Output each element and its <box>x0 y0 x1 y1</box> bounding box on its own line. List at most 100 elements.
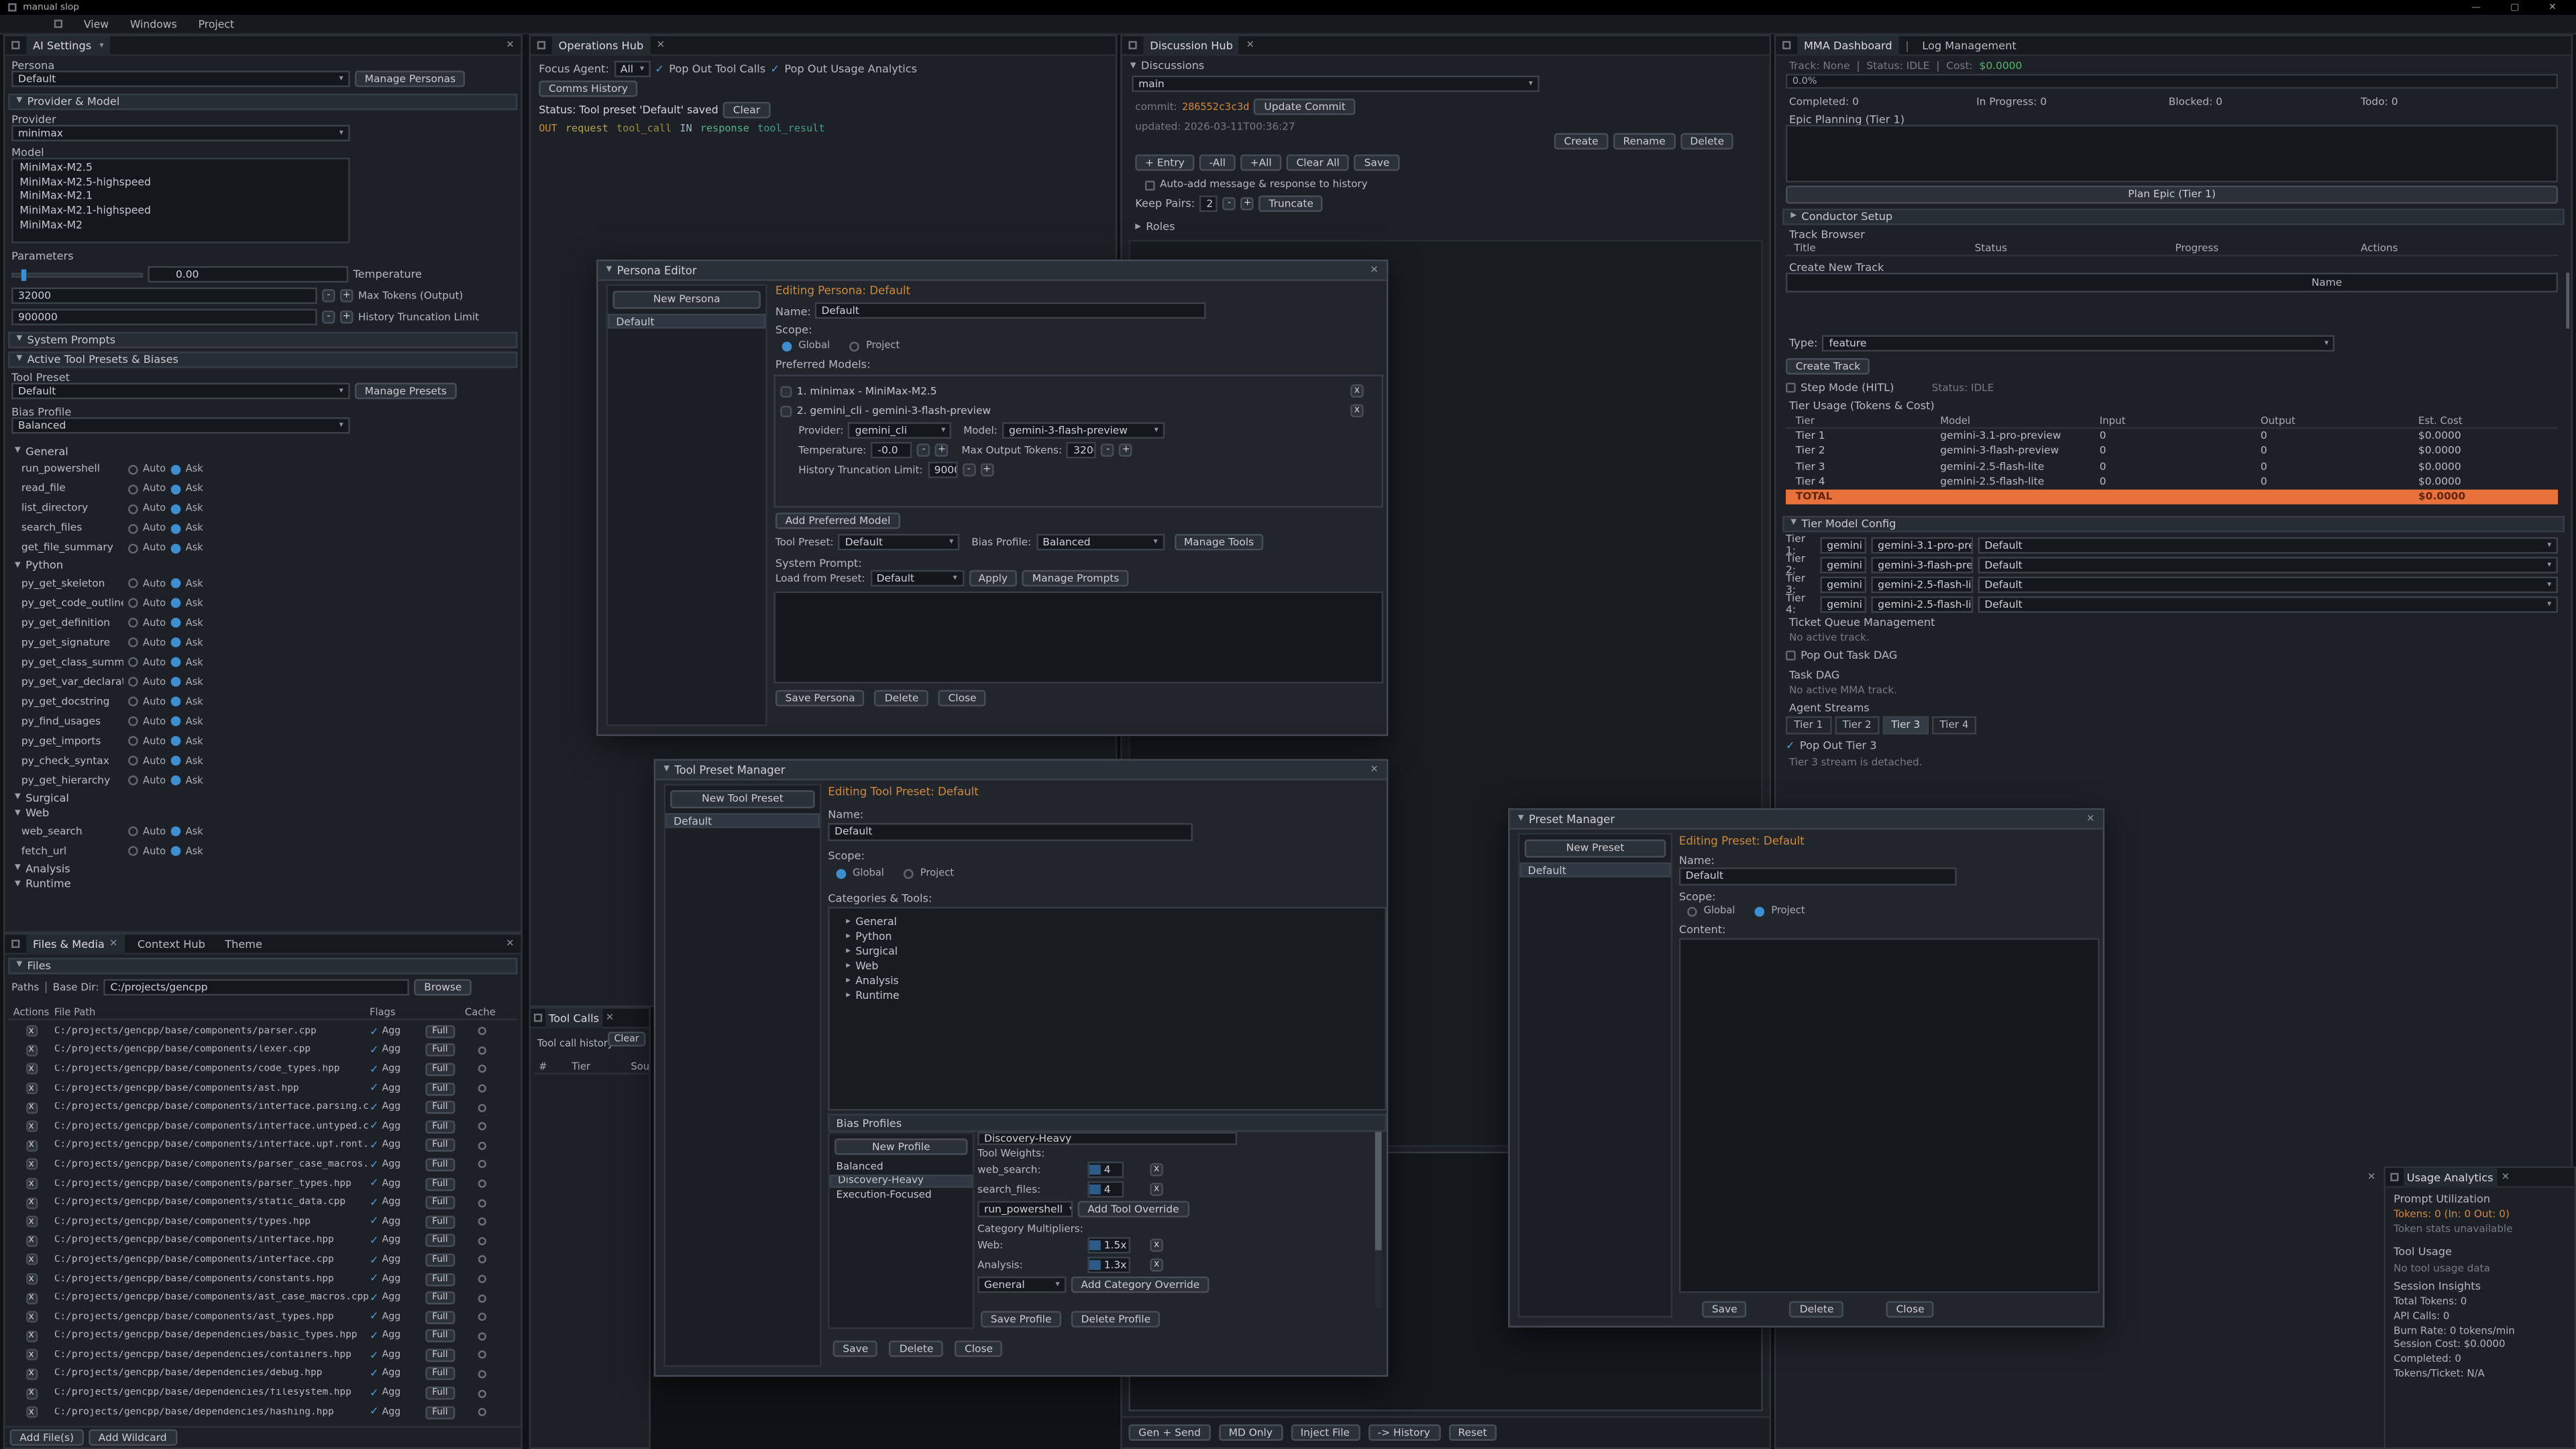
remove-file-button[interactable]: x <box>25 1044 37 1056</box>
base-dir-input[interactable]: C:/projects/gencpp <box>104 979 410 996</box>
stream-tier-tab[interactable]: Tier 3 <box>1883 716 1929 735</box>
model-option[interactable]: MiniMax-M2.1 <box>13 189 349 203</box>
full-button[interactable]: Full <box>425 1348 454 1362</box>
full-button[interactable]: Full <box>425 1196 454 1210</box>
remove-file-button[interactable]: x <box>25 1330 37 1342</box>
active-tool-presets-header[interactable]: Active Tool Presets & Biases <box>8 352 517 367</box>
agg-checkbox[interactable] <box>370 1293 379 1303</box>
remove-file-button[interactable]: x <box>25 1387 37 1399</box>
increment-button[interactable]: + <box>340 311 354 324</box>
tier-model-select[interactable]: gemini-3.1-pro-preview <box>1871 537 1973 553</box>
remove-file-button[interactable]: x <box>25 1254 37 1266</box>
history-limit-input[interactable]: 900000 <box>928 462 957 478</box>
scope-global-radio[interactable] <box>782 341 792 351</box>
remove-multiplier-button[interactable]: x <box>1150 1258 1163 1272</box>
decrement-button[interactable]: - <box>962 464 975 477</box>
close-icon[interactable] <box>606 1013 614 1023</box>
cache-indicator[interactable] <box>477 1179 485 1187</box>
tool-group-runtime[interactable]: Runtime <box>8 877 517 892</box>
tier-model-select[interactable]: gemini-2.5-flash-lite <box>1871 596 1973 612</box>
ask-radio[interactable] <box>171 464 181 474</box>
add-files-button[interactable]: Add File(s) <box>10 1430 84 1446</box>
pop-out-usage-checkbox[interactable] <box>770 64 780 74</box>
discussions-header[interactable]: Discussions <box>1130 59 1204 72</box>
model-select[interactable]: gemini-3-flash-preview <box>1002 422 1165 438</box>
profile-list-item[interactable]: Balanced <box>830 1160 973 1174</box>
remove-file-button[interactable]: x <box>25 1311 37 1323</box>
remove-file-button[interactable]: x <box>25 1273 37 1285</box>
add-tool-override-button[interactable]: Add Tool Override <box>1078 1201 1189 1217</box>
step-mode-checkbox[interactable] <box>1786 383 1796 393</box>
pop-out-dag-checkbox[interactable] <box>1786 651 1796 661</box>
load-preset-select[interactable]: Default <box>870 570 964 586</box>
agg-checkbox[interactable] <box>370 1045 379 1056</box>
full-button[interactable]: Full <box>425 1253 454 1267</box>
close-icon[interactable] <box>1246 40 1254 50</box>
tier-preset-select[interactable]: Default <box>1978 596 2558 612</box>
weight-input[interactable]: 4 <box>1087 1181 1124 1197</box>
ask-radio[interactable] <box>171 657 181 667</box>
ask-radio[interactable] <box>171 756 181 766</box>
preset-list-item[interactable]: Default <box>1519 863 1670 877</box>
add-wildcard-button[interactable]: Add Wildcard <box>89 1430 176 1446</box>
full-button[interactable]: Full <box>425 1025 454 1038</box>
full-button[interactable]: Full <box>425 1234 454 1248</box>
scrollbar-thumb[interactable] <box>2565 273 2569 329</box>
add-preferred-model-button[interactable]: Add Preferred Model <box>775 513 900 529</box>
expand-all-button[interactable]: +All <box>1240 154 1281 170</box>
cache-indicator[interactable] <box>477 1142 485 1150</box>
auto-radio[interactable] <box>128 464 138 474</box>
tab-operations-hub[interactable]: Operations Hub <box>552 36 650 55</box>
ask-radio[interactable] <box>171 775 181 786</box>
agg-checkbox[interactable] <box>370 1388 379 1399</box>
auto-radio[interactable] <box>128 677 138 687</box>
tool-group-general[interactable]: General <box>8 443 517 459</box>
track-name-input[interactable]: Name <box>1786 273 2558 292</box>
remove-file-button[interactable]: x <box>25 1102 37 1113</box>
ask-radio[interactable] <box>171 618 181 628</box>
category-tree-item[interactable]: Python <box>846 928 1385 943</box>
tab-theme[interactable]: Theme <box>218 934 268 953</box>
profile-list-item[interactable]: Execution-Focused <box>830 1188 973 1202</box>
cache-indicator[interactable] <box>477 1370 485 1378</box>
decrement-button[interactable]: - <box>1102 443 1115 457</box>
auto-radio[interactable] <box>128 523 138 533</box>
cache-indicator[interactable] <box>477 1122 485 1130</box>
multiplier-input[interactable]: 1.3x <box>1087 1256 1130 1273</box>
agg-checkbox[interactable] <box>370 1254 379 1265</box>
tab-usage-analytics[interactable]: Usage Analytics <box>2404 1167 2497 1187</box>
full-button[interactable]: Full <box>425 1273 454 1286</box>
decrement-button[interactable]: - <box>1223 197 1236 211</box>
maximize-button[interactable]: ▢ <box>2499 3 2530 13</box>
provider-model-header[interactable]: Provider & Model <box>8 94 517 109</box>
clear-all-button[interactable]: Clear All <box>1287 154 1350 170</box>
agg-checkbox[interactable] <box>370 1197 379 1208</box>
max-output-input[interactable]: 32000 <box>1067 442 1096 458</box>
cache-indicator[interactable] <box>477 1275 485 1283</box>
agg-checkbox[interactable] <box>370 1236 379 1246</box>
auto-radio[interactable] <box>128 846 138 856</box>
auto-radio[interactable] <box>128 775 138 786</box>
keep-pairs-input[interactable]: 2 <box>1200 195 1218 211</box>
tool-group-web[interactable]: Web <box>8 806 517 821</box>
scrollbar-thumb[interactable] <box>1375 1132 1382 1250</box>
tier-preset-select[interactable]: Default <box>1978 577 2558 593</box>
collapse-all-button[interactable]: -All <box>1199 154 1236 170</box>
auto-radio[interactable] <box>128 598 138 608</box>
md-only-button[interactable]: MD Only <box>1219 1424 1283 1440</box>
save-discussion-button[interactable]: Save <box>1354 154 1399 170</box>
agg-checkbox[interactable] <box>370 1350 379 1360</box>
tier-provider-select[interactable]: gemini <box>1820 577 1866 593</box>
cache-indicator[interactable] <box>477 1161 485 1169</box>
ask-radio[interactable] <box>171 637 181 647</box>
save-profile-button[interactable]: Save Profile <box>981 1311 1061 1327</box>
auto-radio[interactable] <box>128 696 138 706</box>
conductor-setup-header[interactable]: Conductor Setup <box>1782 209 2565 224</box>
agg-checkbox[interactable] <box>370 1064 379 1075</box>
remove-file-button[interactable]: x <box>25 1235 37 1246</box>
clear-tool-calls-button[interactable]: Clear <box>608 1032 646 1046</box>
scope-global-radio[interactable] <box>837 868 847 878</box>
model-option[interactable]: MiniMax-M2.5-highspeed <box>13 175 349 189</box>
scope-global-radio[interactable] <box>1687 906 1697 916</box>
cache-indicator[interactable] <box>477 1104 485 1112</box>
